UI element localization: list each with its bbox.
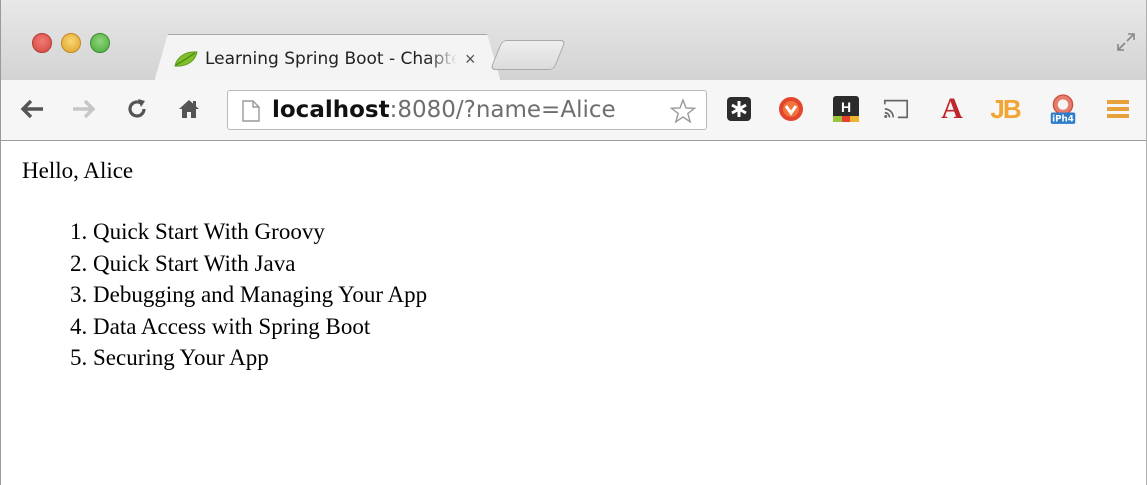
- home-icon: [179, 100, 199, 118]
- svg-text:H: H: [841, 99, 851, 115]
- acrobat-a-icon: A: [941, 92, 963, 125]
- h-extension-icon[interactable]: H: [832, 94, 860, 124]
- tab-title: Learning Spring Boot - Chapter 1: [205, 49, 457, 69]
- url-text: localhost:8080/?name=Alice: [272, 97, 616, 123]
- menu-icon[interactable]: [1104, 94, 1132, 124]
- bookmark-star-icon[interactable]: [670, 98, 696, 124]
- iphone-extension-icon[interactable]: iPh4: [1049, 90, 1077, 128]
- fullscreen-icon[interactable]: [1114, 30, 1138, 54]
- greeting-text: Hello, Alice: [22, 158, 134, 183]
- tab-active[interactable]: Learning Spring Boot - Chapter 1 ×: [169, 38, 489, 80]
- url-host: localhost: [272, 97, 390, 123]
- tab-strip: Learning Spring Boot - Chapter 1 ×: [1, 0, 1146, 80]
- reload-icon: [128, 99, 146, 118]
- back-button[interactable]: [17, 94, 47, 124]
- asterisk-icon: [727, 97, 751, 121]
- list-item: Securing Your App: [93, 342, 427, 374]
- reload-button[interactable]: [122, 94, 152, 124]
- chapter-list: Quick Start With Groovy Quick Start With…: [1, 216, 427, 374]
- tab-close-icon[interactable]: ×: [465, 50, 476, 68]
- list-item: Quick Start With Groovy: [93, 216, 427, 248]
- list-item: Debugging and Managing Your App: [93, 279, 427, 311]
- svg-text:iPh4: iPh4: [1052, 114, 1074, 124]
- minimize-window-button[interactable]: [61, 33, 81, 53]
- asterisk-extension-icon[interactable]: [725, 94, 753, 124]
- back-arrow-icon: [20, 99, 43, 119]
- browser-window: Learning Spring Boot - Chapter 1 × local…: [0, 0, 1147, 485]
- jb-icon: JB: [990, 94, 1021, 124]
- close-window-button[interactable]: [32, 33, 52, 53]
- forward-arrow-icon: [73, 99, 96, 119]
- maximize-window-button[interactable]: [90, 33, 110, 53]
- jetbrains-extension-icon[interactable]: JB: [990, 94, 1021, 124]
- red-circle-icon: [779, 97, 803, 121]
- iph4-gauge-icon: iPh4: [1050, 94, 1076, 124]
- list-item: Data Access with Spring Boot: [93, 311, 427, 343]
- page-icon: [242, 100, 260, 122]
- h-badge-icon: H: [833, 96, 859, 122]
- home-button[interactable]: [174, 94, 204, 124]
- page-content: Hello, Alice Quick Start With Groovy Qui…: [1, 141, 1146, 485]
- forward-button[interactable]: [69, 94, 99, 124]
- acrobat-extension-icon[interactable]: A: [938, 94, 966, 124]
- window-controls: [32, 33, 110, 53]
- spring-leaf-icon: [174, 51, 198, 67]
- cast-icon[interactable]: [882, 94, 910, 124]
- browser-toolbar: localhost:8080/?name=Alice H A JB iPh4: [1, 80, 1146, 141]
- address-bar[interactable]: localhost:8080/?name=Alice: [227, 90, 707, 130]
- new-tab-button[interactable]: [489, 40, 567, 70]
- red-shield-extension-icon[interactable]: [777, 94, 805, 124]
- url-path: :8080/?name=Alice: [389, 97, 616, 123]
- list-item: Quick Start With Java: [93, 248, 427, 280]
